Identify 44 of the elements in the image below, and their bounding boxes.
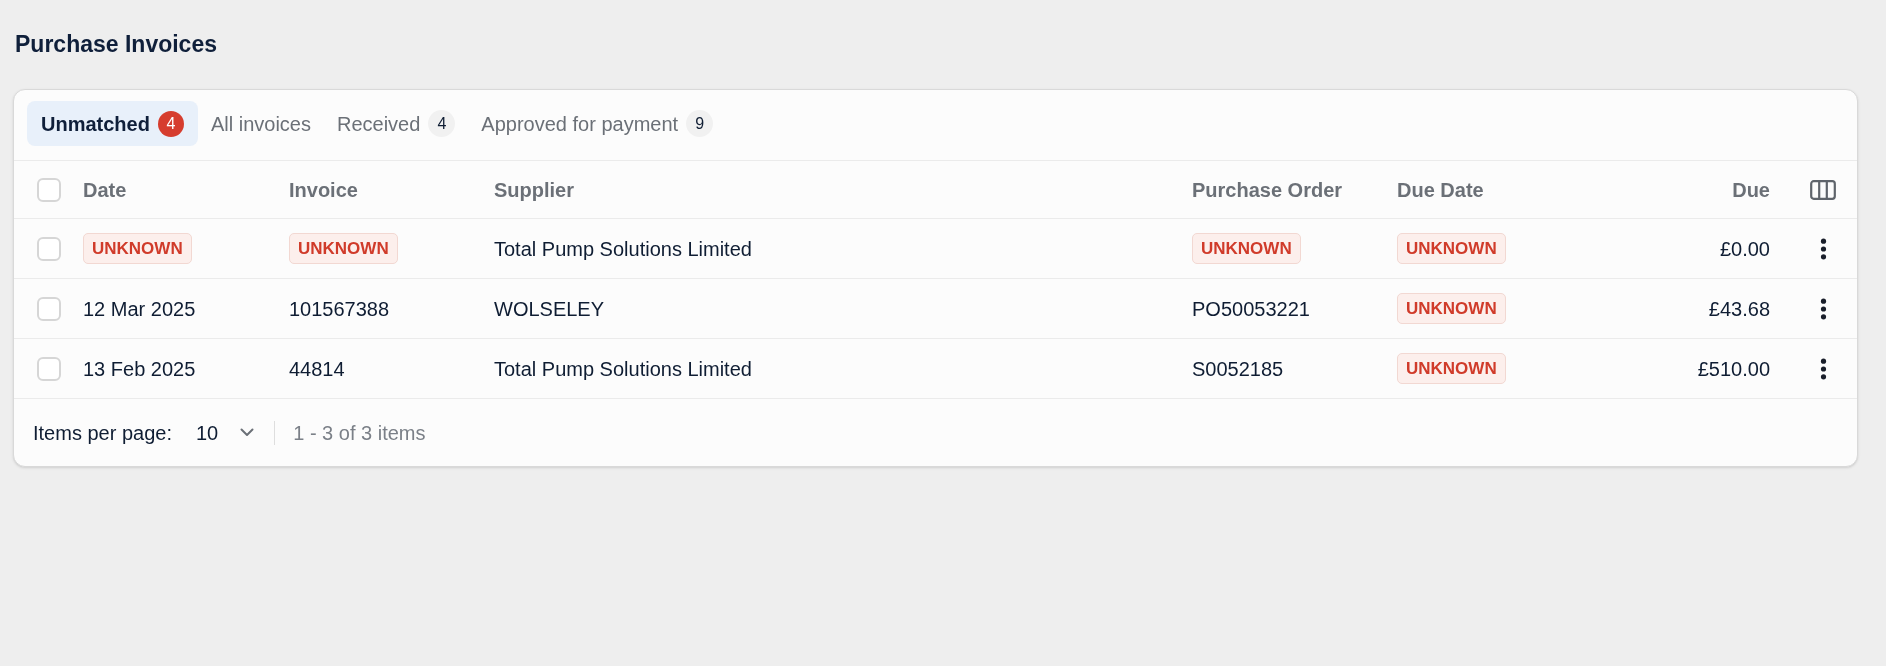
tab[interactable]: Approved for payment 9 — [468, 101, 727, 146]
table-cell-text: 101567388 — [289, 296, 390, 322]
column-header: Date — [83, 177, 127, 203]
status-badge: UNKNOWN — [1397, 293, 1506, 324]
column-header: Due — [1732, 177, 1770, 203]
table-cell-text: 13 Feb 2025 — [83, 356, 196, 382]
status-badge: UNKNOWN — [1397, 353, 1506, 384]
items-per-page-label: Items per page: — [33, 420, 172, 446]
count-badge: 9 — [686, 110, 714, 137]
table-cell-text: 12 Mar 2025 — [83, 296, 196, 322]
table-cell-text: Total Pump Solutions Limited — [494, 236, 752, 262]
column-header: Purchase Order — [1192, 177, 1343, 203]
page-range-text: 1 - 3 of 3 items — [293, 420, 426, 446]
page-title: Purchase Invoices — [15, 30, 217, 58]
tab[interactable]: Unmatched 4 — [27, 101, 198, 146]
table-cell-text: 44814 — [289, 356, 345, 382]
status-badge: UNKNOWN — [289, 233, 398, 264]
table-cell-text: WOLSELEY — [494, 296, 605, 322]
status-badge: UNKNOWN — [1397, 233, 1506, 264]
tab[interactable]: All invoices — [197, 101, 324, 146]
table-cell-text: £510.00 — [1697, 356, 1770, 382]
kebab-menu-icon[interactable] — [1820, 297, 1827, 320]
count-badge: 4 — [157, 110, 184, 137]
row-checkbox[interactable] — [37, 236, 61, 261]
kebab-menu-icon[interactable] — [1820, 237, 1827, 260]
select-all-checkbox[interactable] — [37, 177, 61, 202]
table-cell-text: Total Pump Solutions Limited — [494, 356, 752, 382]
row-checkbox[interactable] — [37, 296, 61, 321]
page-size-select[interactable]: 10 — [195, 417, 255, 448]
chevron-down-icon — [240, 428, 255, 437]
status-badge: UNKNOWN — [83, 233, 192, 264]
table-cell-text: £0.00 — [1719, 236, 1770, 262]
table-cell-text: £43.68 — [1708, 296, 1770, 322]
column-header: Supplier — [494, 177, 574, 203]
row-checkbox[interactable] — [37, 356, 61, 381]
count-badge: 4 — [428, 110, 456, 137]
columns-icon[interactable] — [1810, 179, 1836, 200]
column-header: Invoice — [289, 177, 358, 203]
table-cell-text: S0052185 — [1192, 356, 1284, 382]
column-header: Due Date — [1397, 177, 1484, 203]
table-cell-text: PO50053221 — [1192, 296, 1310, 322]
kebab-menu-icon[interactable] — [1820, 357, 1827, 380]
status-badge: UNKNOWN — [1192, 233, 1301, 264]
tab[interactable]: Received 4 — [323, 101, 469, 146]
